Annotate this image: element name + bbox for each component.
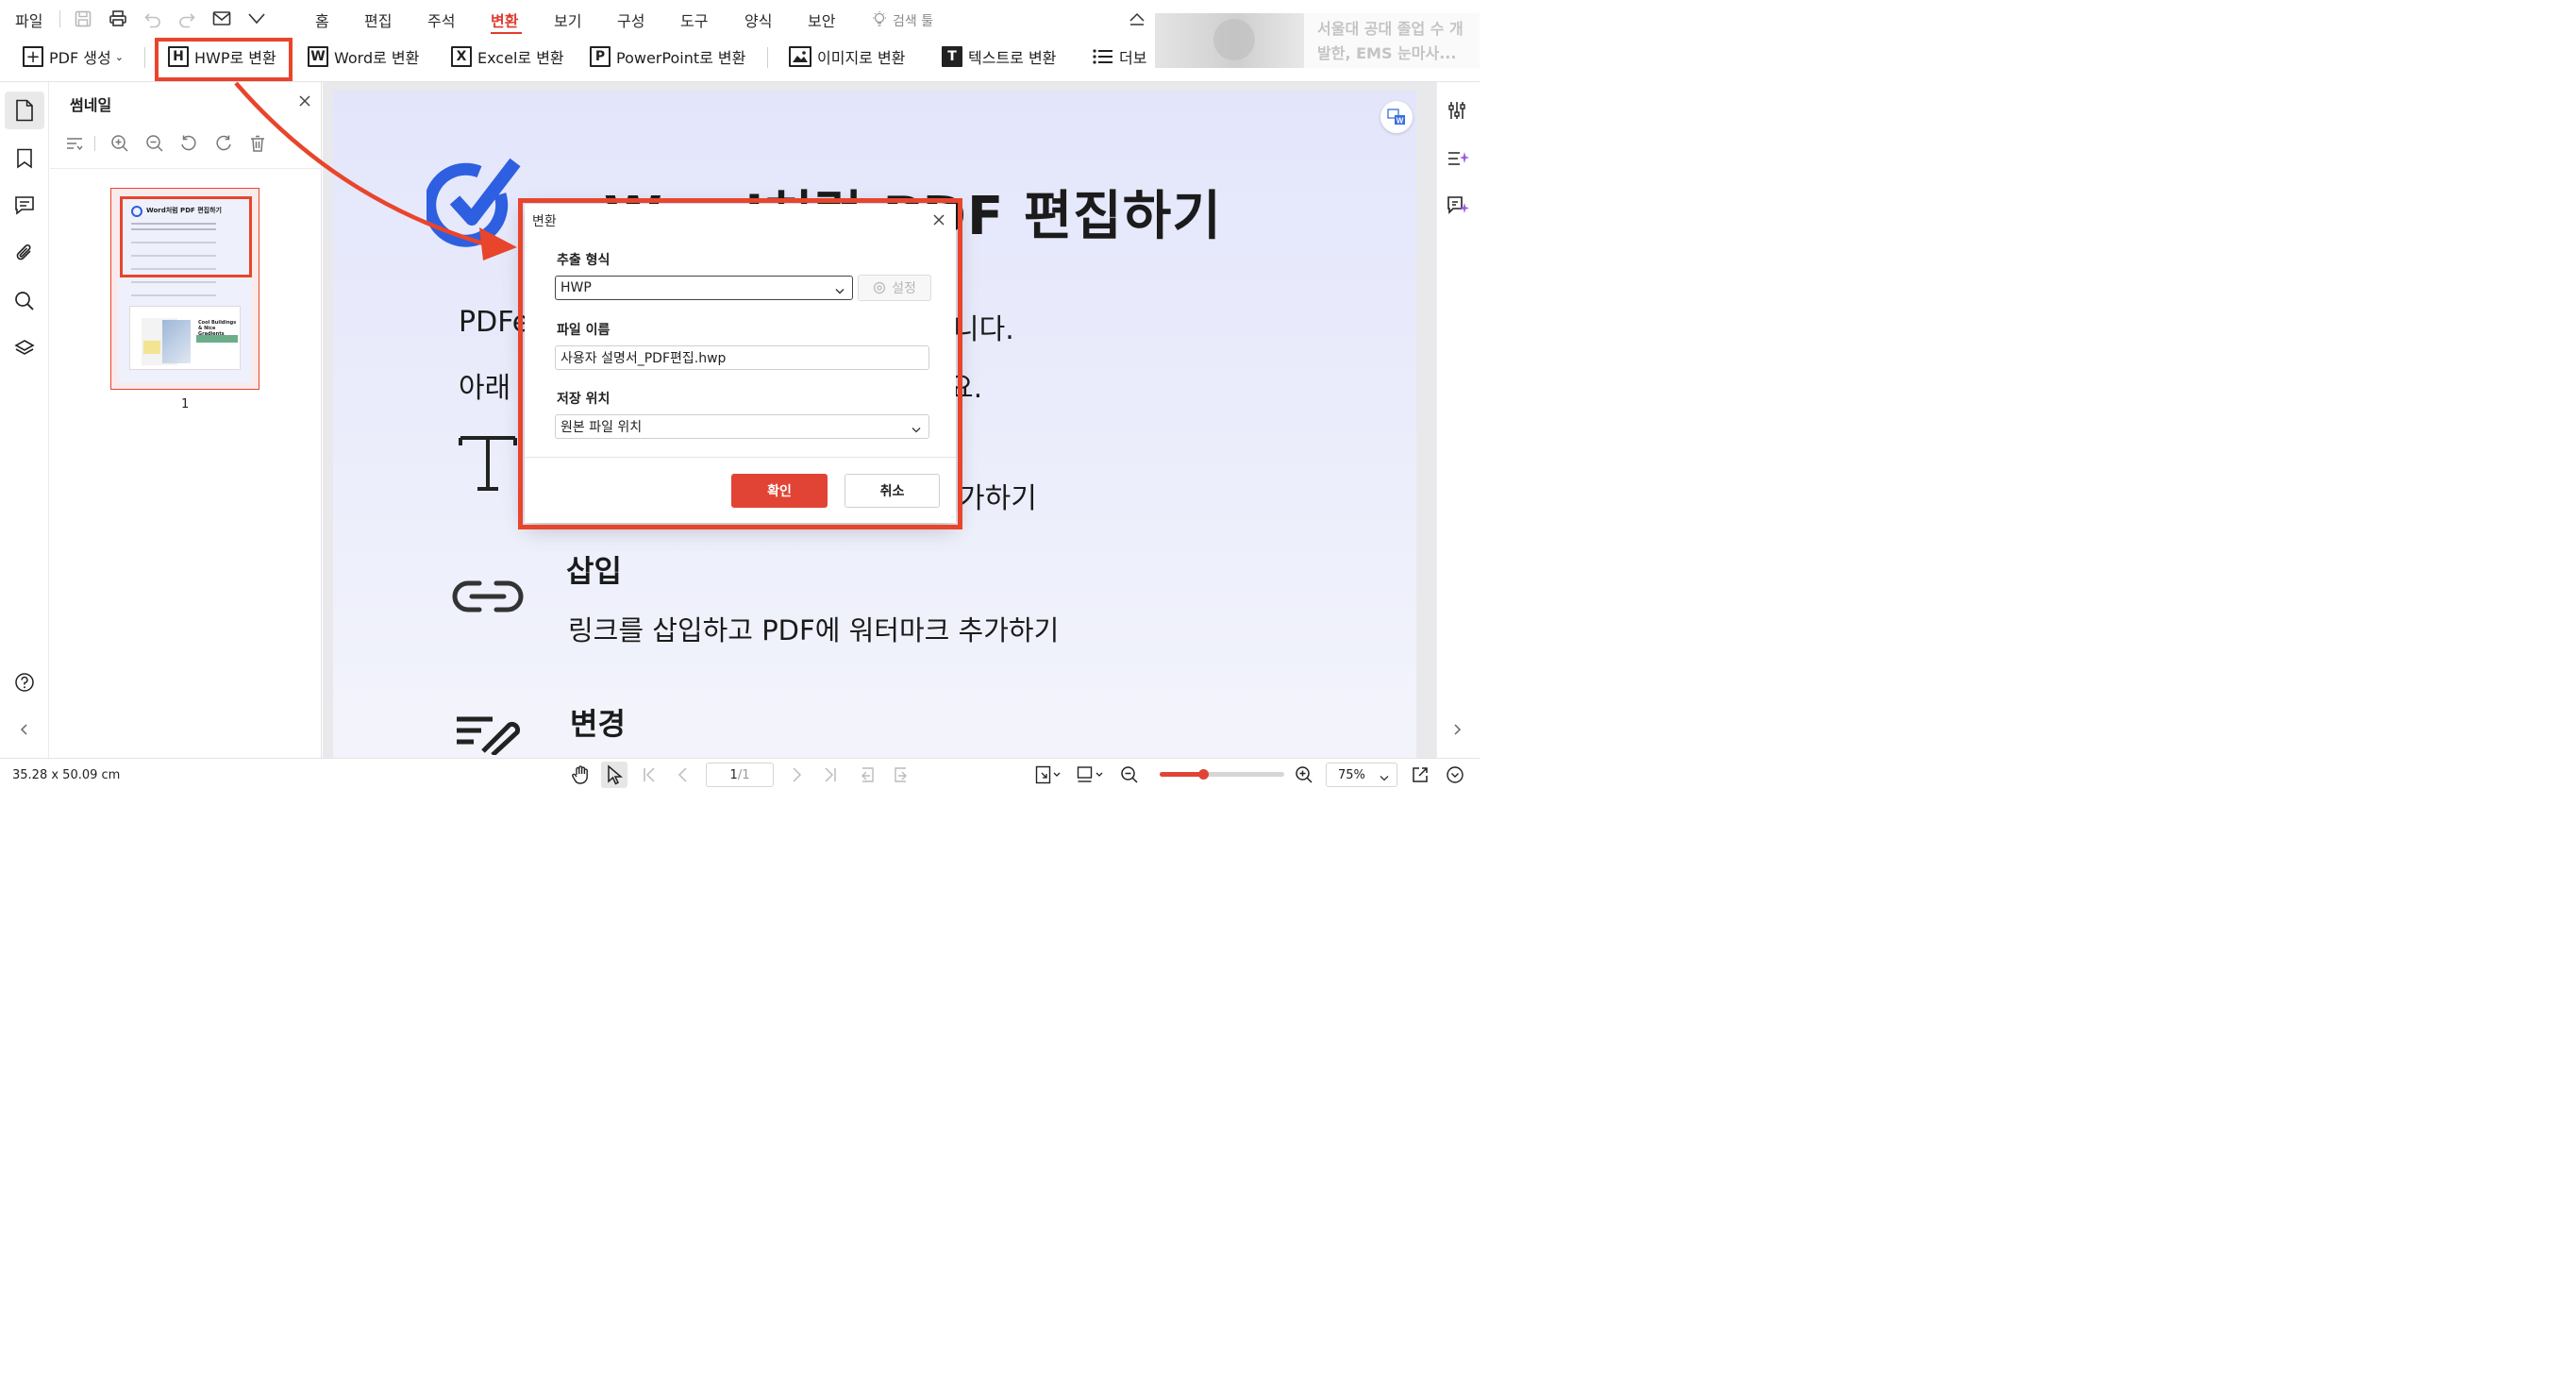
zoom-slider[interactable] <box>1160 769 1284 780</box>
page-number-input[interactable]: 1 /1 <box>706 763 774 787</box>
last-page-icon[interactable] <box>823 766 838 783</box>
next-page-icon[interactable] <box>790 766 803 783</box>
zoom-value: 75% <box>1338 767 1365 782</box>
next-view-icon[interactable] <box>893 765 912 784</box>
page-total: /1 <box>737 767 750 782</box>
zoom-level-select[interactable]: 75% <box>1326 763 1397 787</box>
zoom-out-icon[interactable] <box>1120 765 1139 784</box>
open-external-icon[interactable] <box>1411 765 1430 784</box>
zoom-in-icon[interactable] <box>1295 765 1313 784</box>
annotation-arrow <box>234 81 517 260</box>
page-current: 1 <box>729 767 738 782</box>
previous-view-icon[interactable] <box>857 765 876 784</box>
chevron-down-icon <box>1380 772 1389 781</box>
zoom-slider-fill <box>1160 772 1204 777</box>
page-layout-icon[interactable] <box>1077 765 1105 784</box>
first-page-icon[interactable] <box>642 766 657 783</box>
page-size-readout: 35.28 x 50.09 cm <box>12 768 121 782</box>
app-window: 파일 홈 편집 주석 변환 보기 구성 도구 양식 보안 검색 툴 서울대 공대… <box>0 0 1480 790</box>
expand-down-icon[interactable] <box>1446 765 1464 784</box>
select-cursor-icon[interactable] <box>605 764 626 785</box>
prev-page-icon[interactable] <box>677 766 690 783</box>
fit-page-icon[interactable] <box>1035 765 1062 784</box>
hand-tool-icon[interactable] <box>571 764 592 785</box>
